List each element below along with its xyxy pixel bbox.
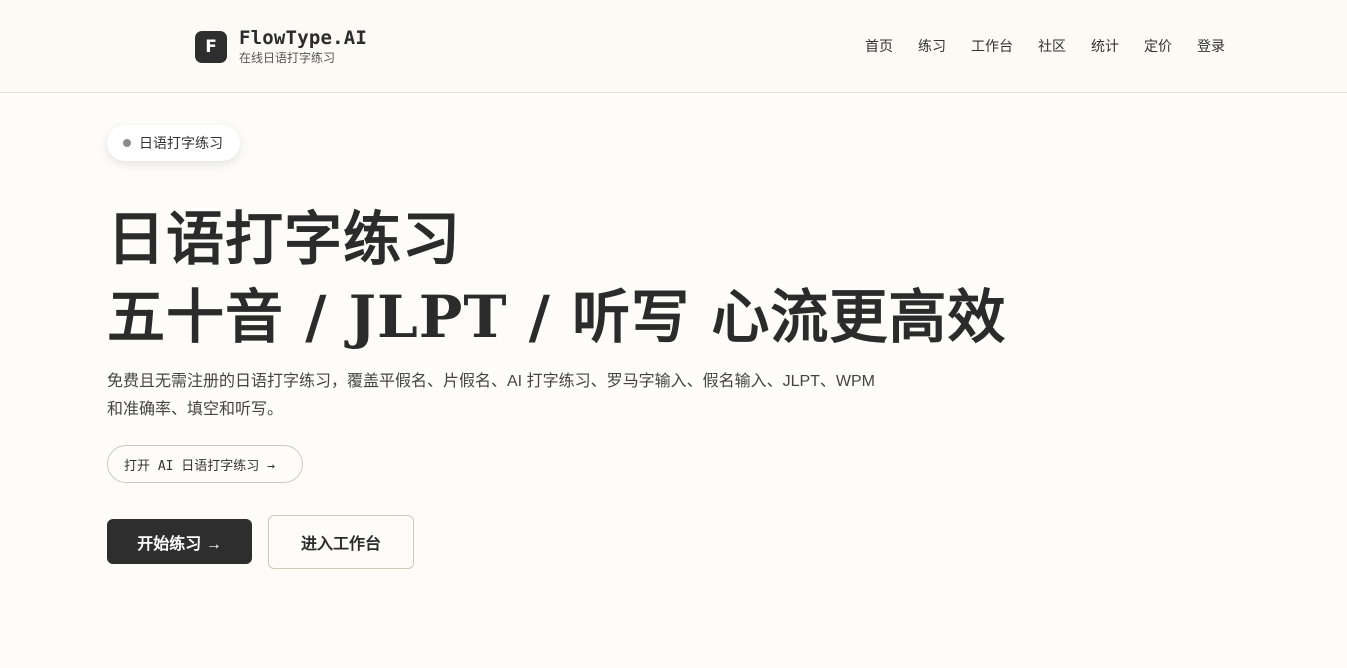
hero-title: 日语打字练习 五十音 / JLPT / 听写 心流更高效 xyxy=(107,200,1006,356)
hero-title-line2: 五十音 / JLPT / 听写 心流更高效 xyxy=(107,283,1007,351)
nav-item-practice[interactable]: 练习 xyxy=(918,37,946,55)
nav-item-pricing[interactable]: 定价 xyxy=(1144,37,1172,55)
nav-item-stats[interactable]: 统计 xyxy=(1091,37,1119,55)
enter-workbench-button[interactable]: 进入工作台 xyxy=(268,515,414,569)
nav-item-workbench[interactable]: 工作台 xyxy=(971,37,1013,55)
nav-item-home[interactable]: 首页 xyxy=(865,37,893,55)
brand-text: FlowType.AI 在线日语打字练习 xyxy=(239,27,367,65)
ai-practice-link[interactable]: 打开 AI 日语打字练习 → xyxy=(107,445,303,483)
logo-icon: F xyxy=(195,31,227,63)
hero-title-line1: 日语打字练习 xyxy=(107,205,462,273)
hero-badge-label: 日语打字练习 xyxy=(139,135,223,151)
nav-item-community[interactable]: 社区 xyxy=(1038,37,1066,55)
start-practice-button[interactable]: 开始练习 → xyxy=(107,519,252,564)
badge-dot-icon xyxy=(123,139,131,147)
hero-description: 免费且无需注册的日语打字练习，覆盖平假名、片假名、AI 打字练习、罗马字输入、假… xyxy=(107,373,876,418)
nav-item-login[interactable]: 登录 xyxy=(1197,37,1225,55)
hero-badge: 日语打字练习 xyxy=(107,125,240,161)
brand[interactable]: F FlowType.AI 在线日语打字练习 xyxy=(195,27,367,65)
brand-subtitle: 在线日语打字练习 xyxy=(239,51,336,65)
brand-name: FlowType.AI xyxy=(239,27,368,49)
main-nav: 首页 练习 工作台 社区 统计 定价 登录 xyxy=(865,37,1225,55)
site-header: F FlowType.AI 在线日语打字练习 首页 练习 工作台 社区 统计 定… xyxy=(0,0,1347,93)
